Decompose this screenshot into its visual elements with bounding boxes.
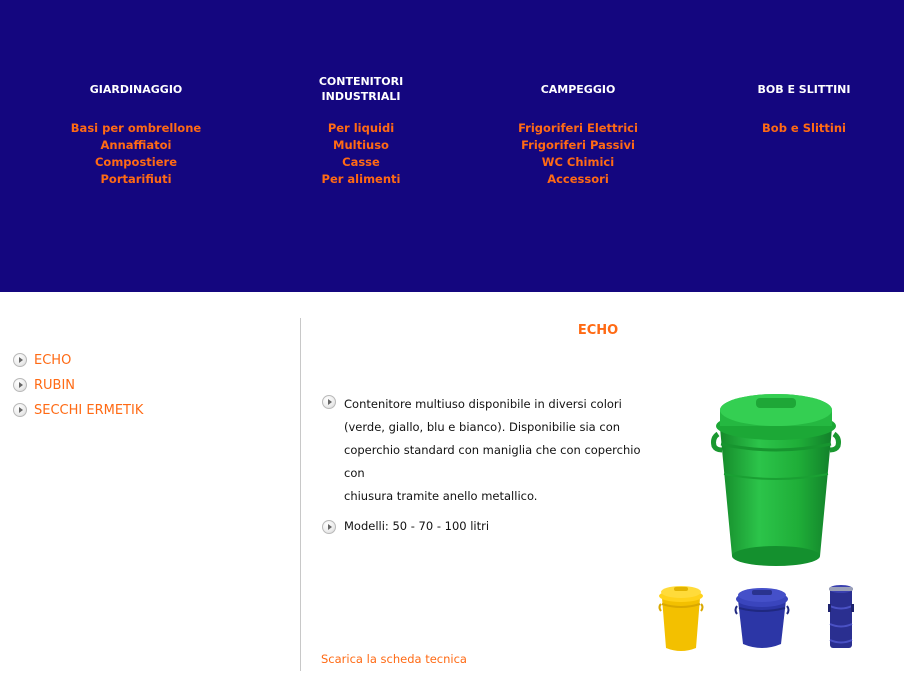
nav-link-wc-chimici[interactable]: WC Chimici <box>468 154 688 171</box>
description-line: coperchio standard con maniglia che con … <box>344 443 641 480</box>
models-text: Modelli: 50 - 70 - 100 litri <box>344 519 490 533</box>
nav-link-frigoriferi-passivi[interactable]: Frigoriferi Passivi <box>468 137 688 154</box>
arrow-right-icon <box>322 395 336 409</box>
sidebar-item-secchi-ermetik[interactable]: SECCHI ERMETIK <box>13 401 143 419</box>
yellow-bin-thumbnail[interactable] <box>657 582 705 654</box>
nav-link-annaffiatoi[interactable]: Annaffiatoi <box>26 137 246 154</box>
nav-link-bob-slittini[interactable]: Bob e Slittini <box>694 120 904 137</box>
sidebar-item-rubin[interactable]: RUBIN <box>13 376 75 394</box>
nav-link-portarifiuti[interactable]: Portarifiuti <box>26 171 246 188</box>
nav-heading: BOB E SLITTINI <box>757 83 851 96</box>
blue-stacked-bins-thumbnail[interactable] <box>826 584 856 654</box>
top-navigation: GIARDINAGGIO Basi per ombrellone Annaffi… <box>0 0 904 292</box>
nav-heading: CAMPEGGIO <box>540 83 616 96</box>
nav-link-basi-ombrellone[interactable]: Basi per ombrellone <box>26 120 246 137</box>
green-bin-image <box>711 394 841 566</box>
sidebar-item-label: RUBIN <box>34 377 76 393</box>
nav-heading: CONTENITORI INDUSTRIALI <box>251 74 471 104</box>
sidebar-item-label: ECHO <box>34 352 72 368</box>
vertical-divider <box>300 318 301 671</box>
nav-link-frigoriferi-elettrici[interactable]: Frigoriferi Elettrici <box>468 120 688 137</box>
arrow-right-icon <box>13 353 27 367</box>
nav-link-accessori[interactable]: Accessori <box>468 171 688 188</box>
nav-heading-line: CONTENITORI <box>318 75 404 88</box>
arrow-right-icon <box>322 520 336 534</box>
product-description: Contenitore multiuso disponibile in dive… <box>322 393 649 508</box>
nav-link-compostiere[interactable]: Compostiere <box>26 154 246 171</box>
nav-heading: GIARDINAGGIO <box>89 83 183 96</box>
description-line: (verde, giallo, blu e bianco). Disponibi… <box>344 420 621 434</box>
product-models: Modelli: 50 - 70 - 100 litri <box>322 518 544 535</box>
sidebar-item-echo[interactable]: ECHO <box>13 351 71 369</box>
description-line: Contenitore multiuso disponibile in dive… <box>344 397 622 411</box>
arrow-right-icon <box>13 403 27 417</box>
product-title: ECHO <box>577 323 619 338</box>
nav-link-casse[interactable]: Casse <box>251 154 471 171</box>
description-line: chiusura tramite anello metallico. <box>344 489 538 503</box>
nav-heading-line: INDUSTRIALI <box>321 90 401 103</box>
arrow-right-icon <box>13 378 27 392</box>
nav-link-multiuso[interactable]: Multiuso <box>251 137 471 154</box>
download-datasheet-link[interactable]: Scarica la scheda tecnica <box>321 652 467 666</box>
sidebar-item-label: SECCHI ERMETIK <box>34 402 144 418</box>
blue-bin-thumbnail[interactable] <box>733 586 791 652</box>
nav-link-per-alimenti[interactable]: Per alimenti <box>251 171 471 188</box>
nav-link-per-liquidi[interactable]: Per liquidi <box>251 120 471 137</box>
